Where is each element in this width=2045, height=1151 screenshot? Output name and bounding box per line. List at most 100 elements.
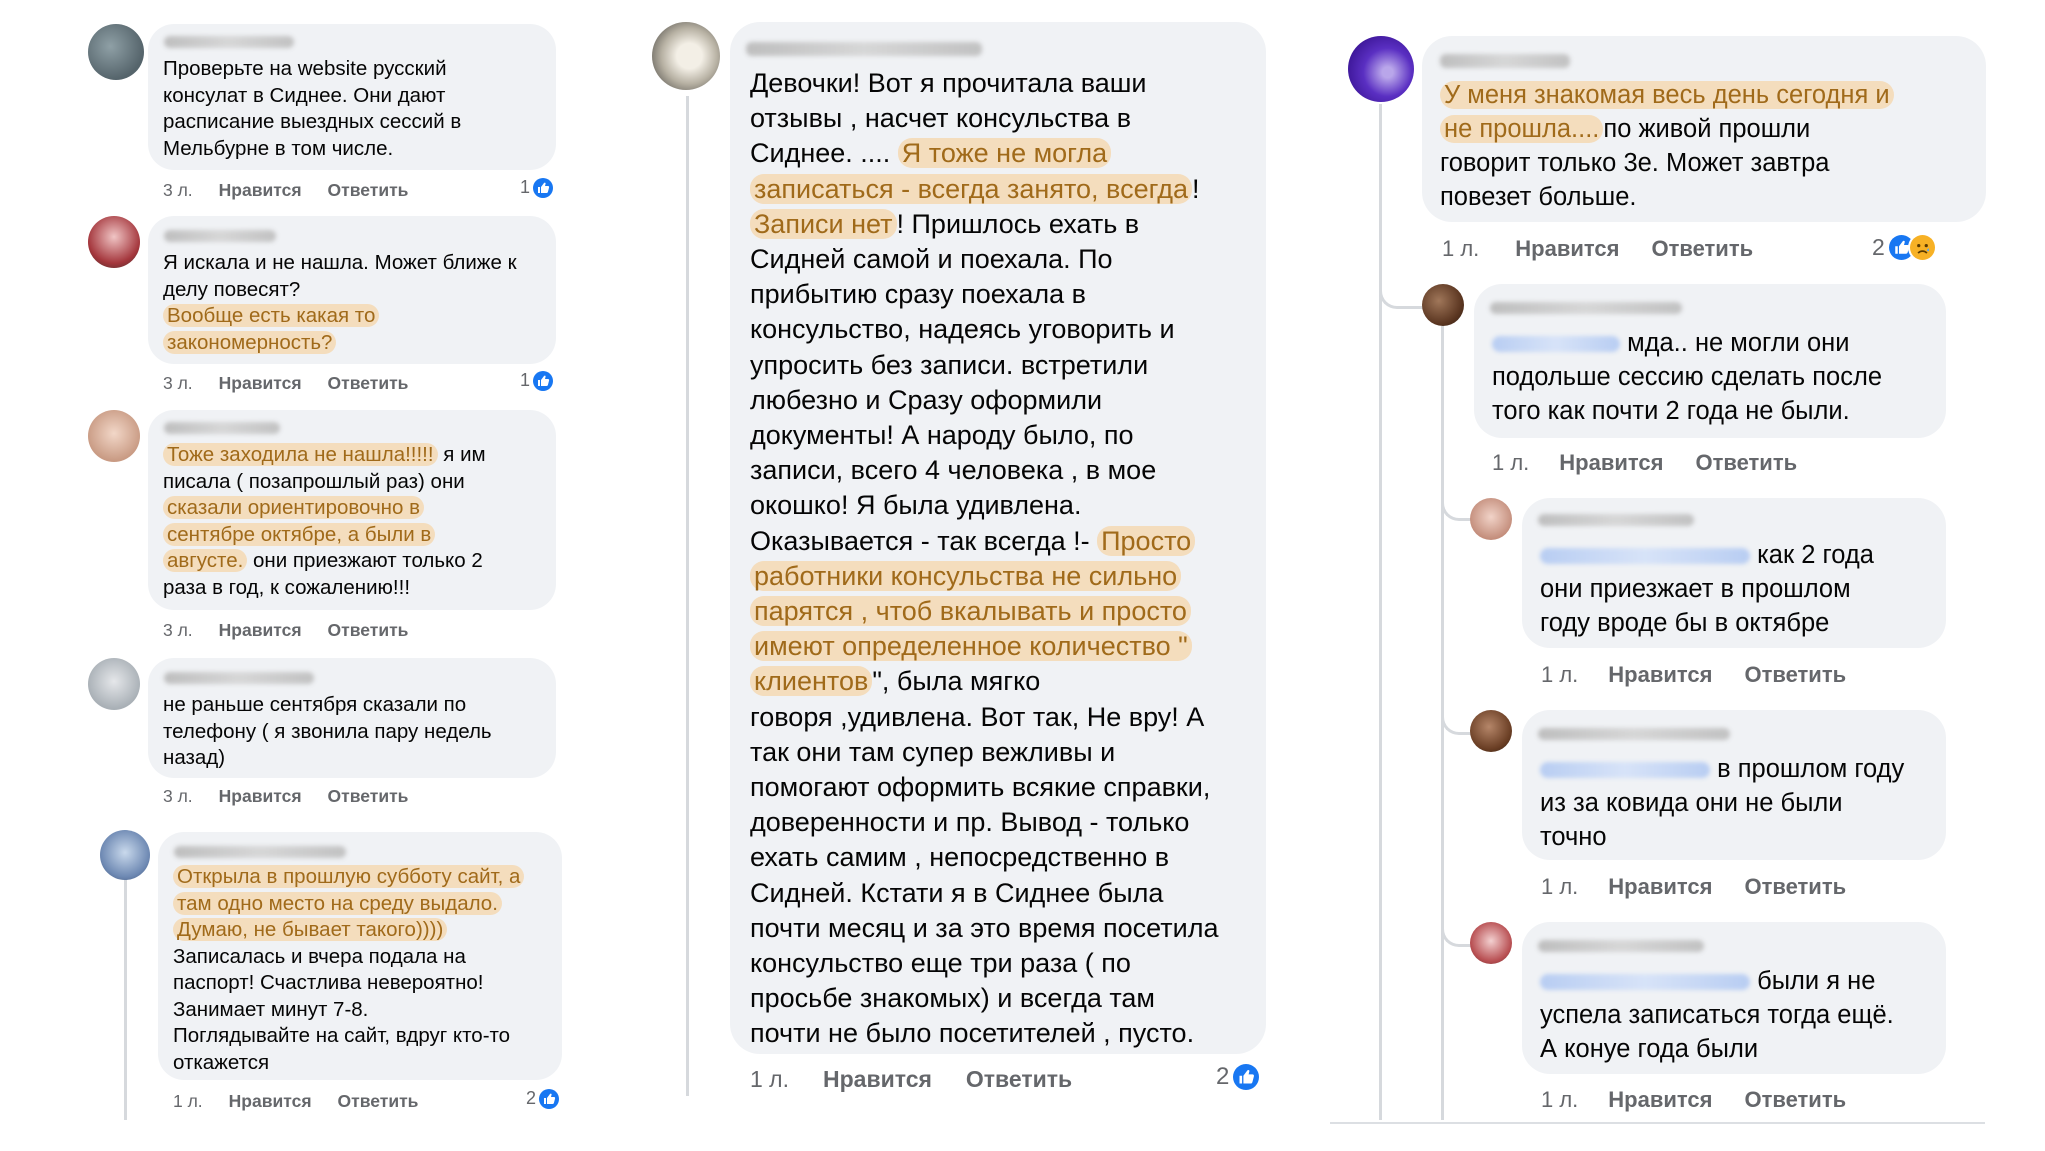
like-button[interactable]: Нравится [219,373,302,394]
comment-actions: 1 л. Нравится Ответить [1442,236,1753,262]
author-name[interactable] [174,846,346,858]
avatar[interactable] [1470,710,1512,752]
comment-time[interactable]: 1 л. [1492,450,1529,476]
comment-actions: 3 л. Нравится Ответить [163,180,408,201]
text-segment: Я искала и не нашла. Может ближе к делу … [163,251,517,301]
comment-time[interactable]: 1 л. [1541,1087,1578,1113]
reaction-count-number: 2 [526,1088,537,1108]
reply-button[interactable]: Ответить [1744,662,1846,688]
reply-button[interactable]: Ответить [328,180,409,201]
like-button[interactable]: Нравится [219,180,302,201]
comment-text: Проверьте на website русский консулат в … [163,56,461,162]
reply-button[interactable]: Ответить [338,1091,419,1112]
reply-button[interactable]: Ответить [1695,450,1797,476]
comment-actions: 1 л. Нравится Ответить [173,1091,418,1112]
author-name[interactable] [164,36,294,48]
thread-line [124,840,127,1120]
like-button[interactable]: Нравится [219,786,302,807]
text-segment: Записалась и вчера подала на паспорт! Сч… [173,944,511,1074]
comment-time[interactable]: 3 л. [163,180,193,201]
like-button[interactable]: Нравится [1608,874,1712,900]
avatar[interactable] [88,658,140,710]
reaction-count-number: 1 [520,370,531,390]
comment-time[interactable]: 3 л. [163,620,193,641]
comment-actions: 3 л. Нравится Ответить [163,786,408,807]
author-name[interactable] [1538,514,1694,526]
mention-tag[interactable] [1492,336,1620,353]
comment-bubble: Проверьте на website русский консулат в … [148,24,556,170]
author-name[interactable] [1440,54,1570,68]
reaction-count[interactable]: 2 [1216,1063,1260,1091]
reply-actions: 1 л. Нравится Ответить [1541,874,1846,900]
avatar[interactable] [652,22,720,90]
author-name[interactable] [164,672,314,684]
author-name[interactable] [1538,728,1730,740]
author-name[interactable] [164,230,276,242]
avatar[interactable] [88,216,140,268]
comment-time[interactable]: 1 л. [750,1066,789,1093]
like-button[interactable]: Нравится [1608,662,1712,688]
reaction-count[interactable]: 2 [526,1088,560,1109]
comment-actions: 3 л. Нравится Ответить [163,620,408,641]
avatar[interactable] [1470,498,1512,540]
comment-time[interactable]: 3 л. [163,786,193,807]
reply-bubble: мда.. не могли они подольше сессию сдела… [1474,284,1946,438]
comment-time[interactable]: 1 л. [1541,662,1578,688]
like-button[interactable]: Нравится [1515,236,1619,262]
right-comment-column: У меня знакомая весь день сегодня и не п… [1310,0,2045,1151]
mention-tag[interactable] [1540,548,1750,565]
comment-bubble: У меня знакомая весь день сегодня и не п… [1422,36,1986,222]
like-button[interactable]: Нравится [823,1066,932,1093]
comment-actions: 1 л. Нравится Ответить [750,1066,1072,1093]
reply-button[interactable]: Ответить [328,373,409,394]
reaction-count-number: 1 [520,177,531,197]
author-name[interactable] [1490,302,1682,314]
comment-time[interactable]: 1 л. [173,1091,203,1112]
text-segment: ", была мягко говоря ,удивлена. Вот так,… [750,666,1219,1049]
comment-time[interactable]: 3 л. [163,373,193,394]
reply-text: как 2 года они приезжает в прошлом году … [1540,538,1874,640]
like-reaction-icon [533,177,554,198]
reply-actions: 1 л. Нравится Ответить [1541,662,1846,688]
comment-text: Открыла в прошлую субботу сайт, а там од… [173,864,525,1076]
avatar[interactable] [100,830,150,880]
thread-line [1379,104,1382,1120]
reply-text: были я не успела записаться тогда ещё. А… [1540,964,1894,1066]
like-button[interactable]: Нравится [1559,450,1663,476]
avatar[interactable] [1422,284,1464,326]
comment-time[interactable]: 1 л. [1541,874,1578,900]
author-name[interactable] [746,42,982,56]
reply-button[interactable]: Ответить [328,786,409,807]
reply-text: мда.. не могли они подольше сессию сдела… [1492,326,1882,428]
like-button[interactable]: Нравится [229,1091,312,1112]
highlighted-text: Открыла в прошлую субботу сайт, а там од… [173,865,525,941]
mention-tag[interactable] [1540,974,1750,991]
like-button[interactable]: Нравится [1608,1087,1712,1113]
author-name[interactable] [164,422,280,434]
author-name[interactable] [1538,940,1704,952]
reply-button[interactable]: Ответить [966,1066,1072,1093]
divider [1330,1122,1985,1124]
avatar[interactable] [1348,36,1414,102]
avatar[interactable] [88,410,140,462]
reply-button[interactable]: Ответить [1744,874,1846,900]
reply-bubble: были я не успела записаться тогда ещё. А… [1522,922,1946,1074]
mention-tag[interactable] [1540,762,1710,779]
reply-button[interactable]: Ответить [328,620,409,641]
avatar[interactable] [1470,922,1512,964]
reply-bubble: как 2 года они приезжает в прошлом году … [1522,498,1946,648]
avatar[interactable] [88,24,144,80]
thread-line [686,96,689,1096]
reaction-count[interactable]: 1 [520,177,554,198]
reply-button[interactable]: Ответить [1651,236,1753,262]
left-comment-column: Проверьте на website русский консулат в … [0,0,570,1151]
comment-bubble: Тоже заходила не нашла!!!!! я им писала … [148,410,556,610]
comment-actions: 3 л. Нравится Ответить [163,373,408,394]
comment-time[interactable]: 1 л. [1442,236,1479,262]
comment-text: не раньше сентября сказали по телефону (… [163,692,492,772]
reaction-count[interactable]: 2 [1872,234,1935,261]
like-button[interactable]: Нравится [219,620,302,641]
reaction-count[interactable]: 1 [520,370,554,391]
highlighted-text: Записи нет [750,208,897,239]
reply-button[interactable]: Ответить [1744,1087,1846,1113]
